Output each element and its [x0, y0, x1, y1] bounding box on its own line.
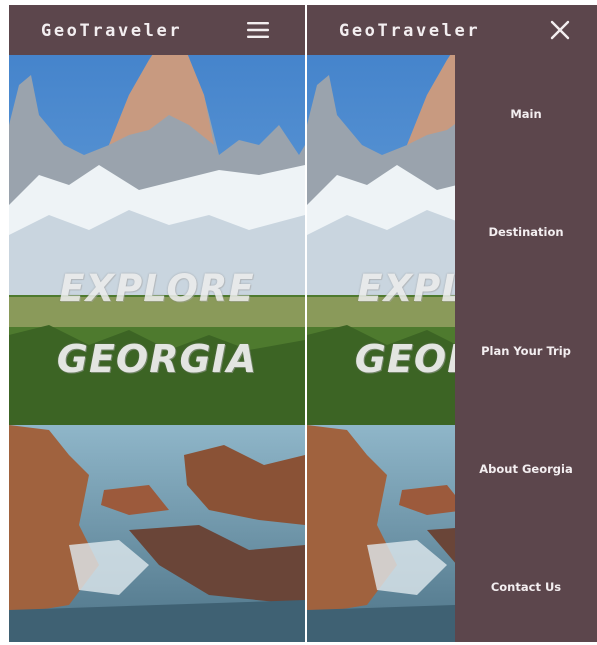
hero-title-line1: EXPLORE — [59, 267, 255, 310]
side-menu-panel: Main Destination Plan Your Trip About Ge… — [455, 55, 597, 642]
phone-screen-menu-closed: GeoTraveler EXPLORE GEORGIA — [9, 5, 305, 642]
top-navbar: GeoTraveler — [307, 5, 597, 55]
top-navbar: GeoTraveler — [9, 5, 305, 55]
menu-item-contact-us[interactable]: Contact Us — [455, 580, 597, 594]
menu-item-main[interactable]: Main — [455, 107, 597, 121]
menu-item-destination[interactable]: Destination — [455, 225, 597, 239]
brand-logo[interactable]: GeoTraveler — [339, 5, 480, 55]
hero-background-image — [9, 5, 305, 642]
hamburger-menu-icon[interactable] — [244, 16, 272, 44]
close-icon[interactable] — [546, 16, 574, 44]
mountain-landscape-image — [9, 5, 305, 642]
hero-title-line2: GEORGIA — [56, 337, 258, 381]
phone-screen-menu-open: GeoTraveler EXPLORE GEORGIA Main Destina… — [307, 5, 597, 642]
brand-logo[interactable]: GeoTraveler — [41, 5, 182, 55]
menu-item-plan-your-trip[interactable]: Plan Your Trip — [455, 344, 597, 358]
menu-item-about-georgia[interactable]: About Georgia — [455, 462, 597, 476]
